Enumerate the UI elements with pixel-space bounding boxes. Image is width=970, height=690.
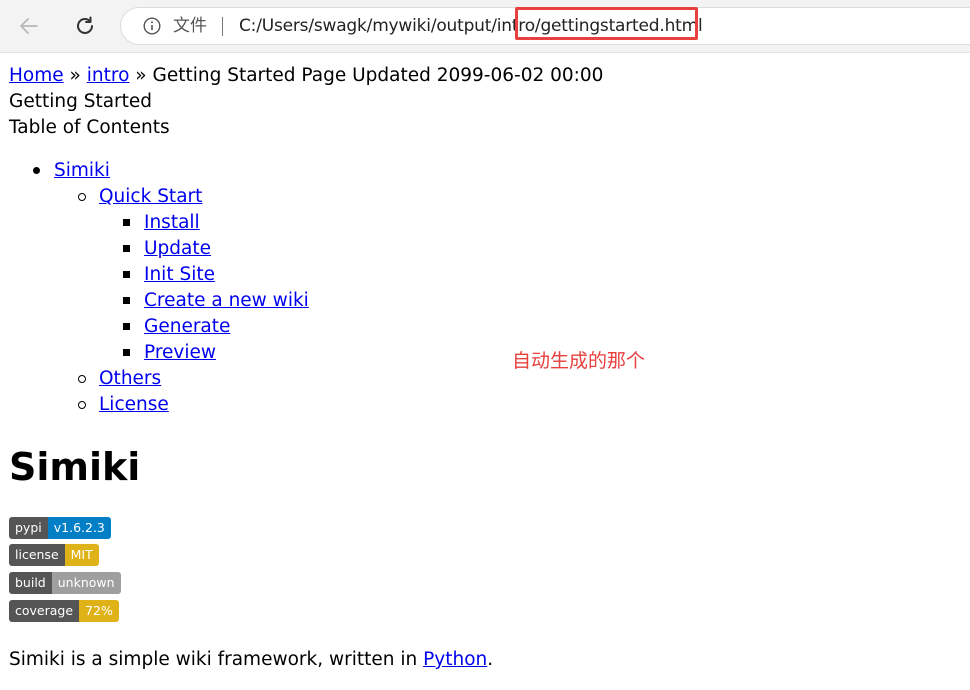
toc-item: Init Site (144, 262, 215, 288)
updated-date: 2099-06-02 00:00 (436, 65, 604, 86)
breadcrumb-separator: » (69, 65, 81, 86)
url-text[interactable]: C:/Users/swagk/mywiki/output/intro/getti… (239, 16, 703, 36)
address-separator (222, 17, 223, 36)
toc-item: Generate (144, 314, 230, 340)
badge-value: v1.6.2.3 (47, 517, 111, 539)
page-content: Home » intro » Getting Started Page Upda… (0, 53, 970, 690)
badge-label: pypi (9, 517, 48, 539)
toc-bullet (78, 193, 86, 201)
reload-button[interactable] (69, 10, 101, 42)
file-scheme-label: 文件 (173, 16, 207, 36)
badge-value: 72% (79, 600, 119, 622)
toc-link-update[interactable]: Update (144, 238, 211, 259)
breadcrumb-intro-link[interactable]: intro (87, 65, 130, 86)
build-badge[interactable]: build unknown (9, 572, 121, 594)
toc-item: Simiki (54, 158, 110, 184)
toc-item: License (99, 392, 169, 418)
toc-link-generate[interactable]: Generate (144, 316, 230, 337)
toc-bullet (123, 219, 130, 226)
toc-bullet (78, 375, 86, 383)
pypi-badge[interactable]: pypi v1.6.2.3 (9, 517, 111, 539)
back-button[interactable] (13, 10, 45, 42)
toc-item: Create a new wiki (144, 288, 309, 314)
annotation-note: 自动生成的那个 (512, 350, 646, 372)
toc-link-license[interactable]: License (99, 394, 169, 415)
browser-toolbar: 文件 C:/Users/swagk/mywiki/output/intro/ge… (0, 0, 970, 53)
intro-paragraph: Simiki is a simple wiki framework, writt… (9, 647, 493, 673)
toc-bullet (33, 167, 40, 174)
toc-bullet (123, 349, 130, 356)
python-link[interactable]: Python (423, 649, 487, 670)
intro-text: Simiki is a simple wiki framework, writt… (9, 649, 424, 670)
toc-bullet (78, 401, 86, 409)
badge-label: license (9, 544, 65, 566)
breadcrumb-current-page: Getting Started Page Updated (152, 65, 431, 86)
breadcrumb-home-link[interactable]: Home (9, 65, 64, 86)
toc-item: Preview (144, 340, 216, 366)
badge-value: MIT (64, 544, 99, 566)
toc-link-others[interactable]: Others (99, 368, 161, 389)
toc-link-quick-start[interactable]: Quick Start (99, 186, 202, 207)
info-icon[interactable] (143, 17, 161, 35)
toc-item: Others (99, 366, 161, 392)
toc-item: Quick Start (99, 184, 202, 210)
toc-link-create-wiki[interactable]: Create a new wiki (144, 290, 309, 311)
badge-label: build (9, 572, 52, 594)
license-badge[interactable]: license MIT (9, 544, 99, 566)
toc-item: Install (144, 210, 200, 236)
page-subtitle: Getting Started (9, 91, 153, 112)
arrow-left-icon (20, 18, 38, 34)
toc-bullet (123, 271, 130, 278)
breadcrumb: Home » intro » Getting Started Page Upda… (9, 63, 603, 89)
toc-item: Update (144, 236, 211, 262)
toc-bullet (123, 245, 130, 252)
toc-title: Table of Contents (9, 117, 170, 138)
address-bar[interactable]: 文件 C:/Users/swagk/mywiki/output/intro/ge… (120, 7, 970, 45)
page-heading: Simiki (9, 445, 141, 489)
badge-value: unknown (51, 572, 121, 594)
reload-icon (77, 16, 93, 34)
toc-bullet (123, 297, 130, 304)
breadcrumb-separator: » (135, 65, 147, 86)
toc-bullet (123, 323, 130, 330)
toc-link-install[interactable]: Install (144, 212, 200, 233)
coverage-badge[interactable]: coverage 72% (9, 600, 119, 622)
toc-link-preview[interactable]: Preview (144, 342, 216, 363)
toc-link-simiki[interactable]: Simiki (54, 160, 110, 181)
toc-link-init-site[interactable]: Init Site (144, 264, 215, 285)
intro-text-end: . (487, 649, 494, 670)
badge-label: coverage (9, 600, 80, 622)
